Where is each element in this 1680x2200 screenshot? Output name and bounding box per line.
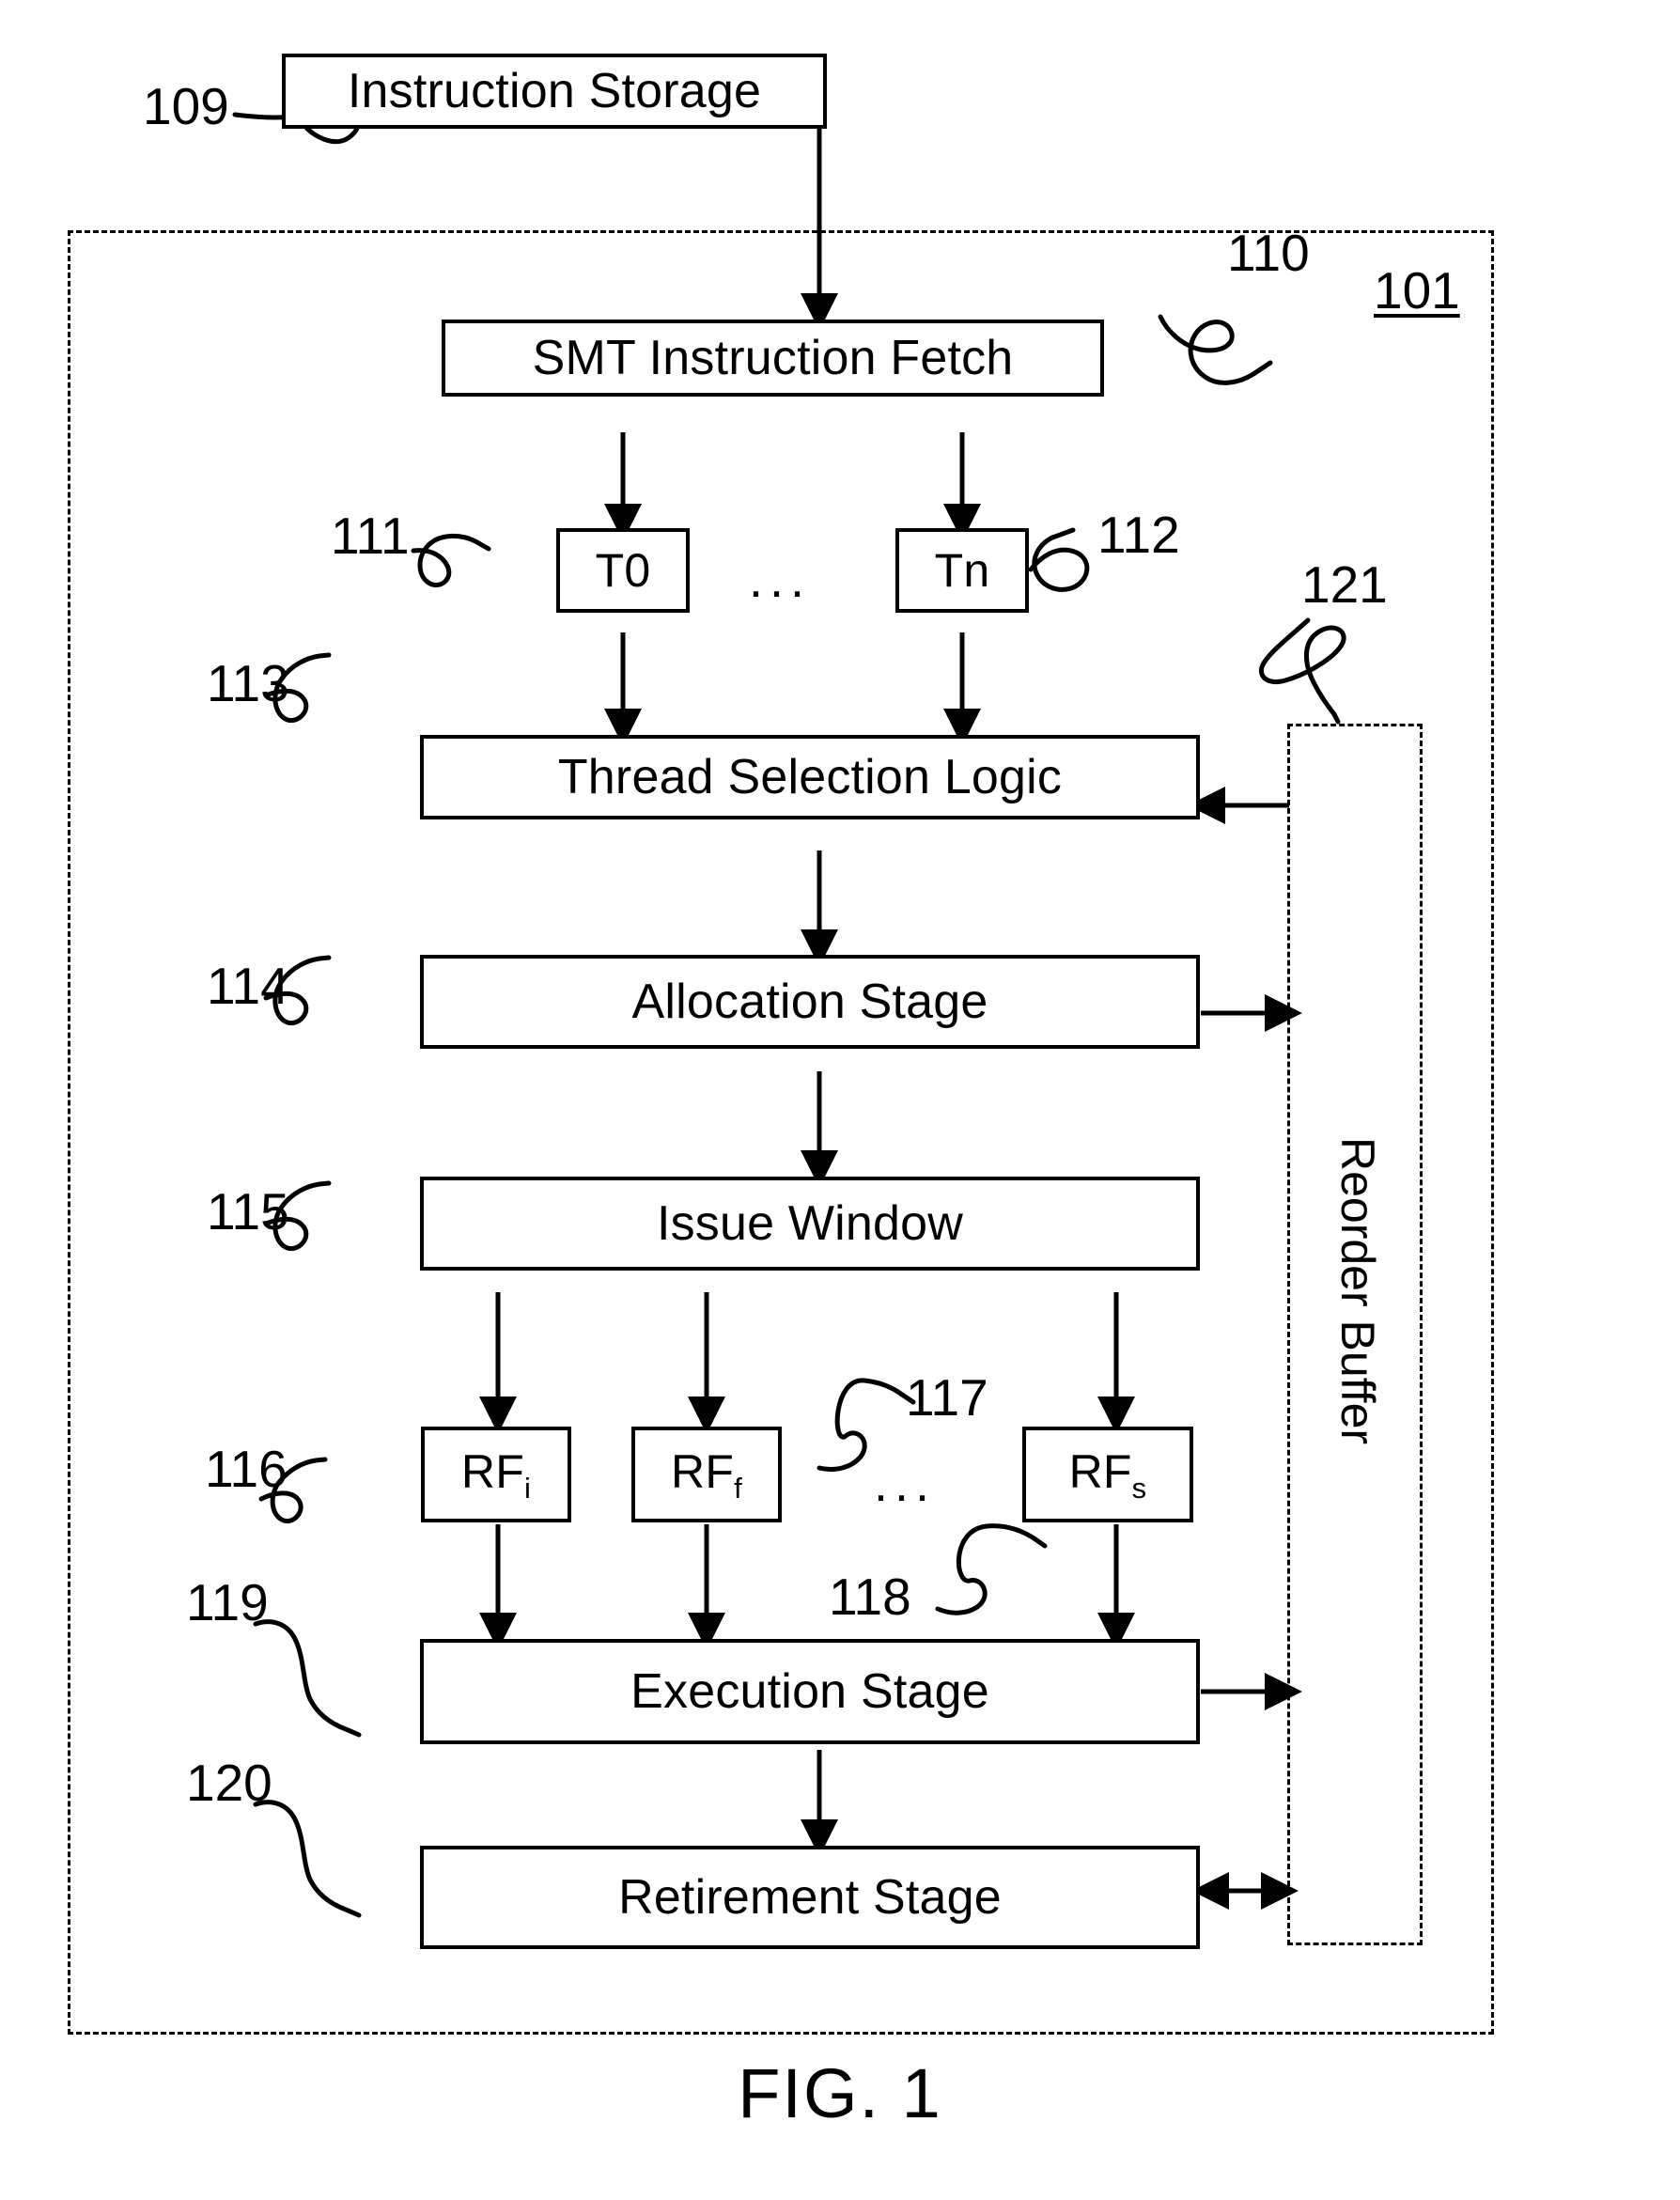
rf-s-base: RF [1068, 1444, 1132, 1498]
register-file-special-label: RFs [1068, 1444, 1147, 1505]
processor-boundary-dashed-box [68, 230, 1494, 2035]
retirement-stage-box: Retirement Stage [420, 1846, 1200, 1949]
figure-caption: FIG. 1 [738, 2054, 942, 2132]
register-file-float-box: RFf [631, 1427, 782, 1522]
ref-111: 111 [331, 507, 410, 565]
rf-i-subscript: i [523, 1471, 532, 1505]
ref-101: 101 [1374, 261, 1460, 320]
ref-115: 115 [207, 1182, 289, 1240]
execution-stage-label: Execution Stage [630, 1663, 989, 1719]
ref-109: 109 [143, 77, 229, 135]
thread-buffer-t0-label: T0 [595, 543, 651, 597]
reorder-buffer-label: Reorder Buffer [1331, 1137, 1384, 1445]
ref-119: 119 [186, 1573, 269, 1631]
ref-112: 112 [1097, 506, 1180, 564]
thread-selection-logic-box: Thread Selection Logic [420, 735, 1200, 819]
instruction-storage-label: Instruction Storage [347, 63, 762, 118]
thread-buffer-t0-box: T0 [556, 528, 690, 613]
smt-instruction-fetch-label: SMT Instruction Fetch [532, 330, 1014, 385]
ref-121: 121 [1301, 555, 1388, 614]
ref-113: 113 [207, 654, 289, 712]
allocation-stage-label: Allocation Stage [631, 974, 988, 1029]
ref-114: 114 [207, 957, 289, 1015]
thread-buffer-tn-label: Tn [934, 543, 990, 597]
register-file-special-box: RFs [1022, 1427, 1193, 1522]
ref-120: 120 [186, 1754, 272, 1812]
instruction-storage-box: Instruction Storage [282, 54, 827, 129]
ref-110: 110 [1227, 224, 1310, 282]
register-file-integer-box: RFi [421, 1427, 571, 1522]
rf-f-base: RF [671, 1444, 735, 1498]
thread-selection-logic-label: Thread Selection Logic [557, 749, 1063, 804]
register-file-ellipsis: ... [874, 1456, 937, 1512]
ref-116: 116 [205, 1440, 288, 1498]
ref-117: 117 [906, 1368, 988, 1427]
allocation-stage-box: Allocation Stage [420, 955, 1200, 1049]
issue-window-label: Issue Window [656, 1195, 964, 1251]
smt-instruction-fetch-box: SMT Instruction Fetch [442, 320, 1104, 397]
rf-i-base: RF [460, 1444, 524, 1498]
execution-stage-box: Execution Stage [420, 1639, 1200, 1744]
thread-ellipsis: ... [749, 552, 812, 608]
issue-window-box: Issue Window [420, 1177, 1200, 1271]
ref-118: 118 [829, 1568, 911, 1626]
rf-s-subscript: s [1131, 1471, 1147, 1505]
register-file-float-label: RFf [671, 1444, 742, 1505]
rf-f-subscript: f [734, 1471, 742, 1505]
figure-1-block-diagram: 101 Instruction Storage 109 SMT Instruct… [0, 0, 1680, 2200]
register-file-integer-label: RFi [460, 1444, 532, 1505]
retirement-stage-label: Retirement Stage [618, 1869, 1002, 1925]
thread-buffer-tn-box: Tn [895, 528, 1029, 613]
